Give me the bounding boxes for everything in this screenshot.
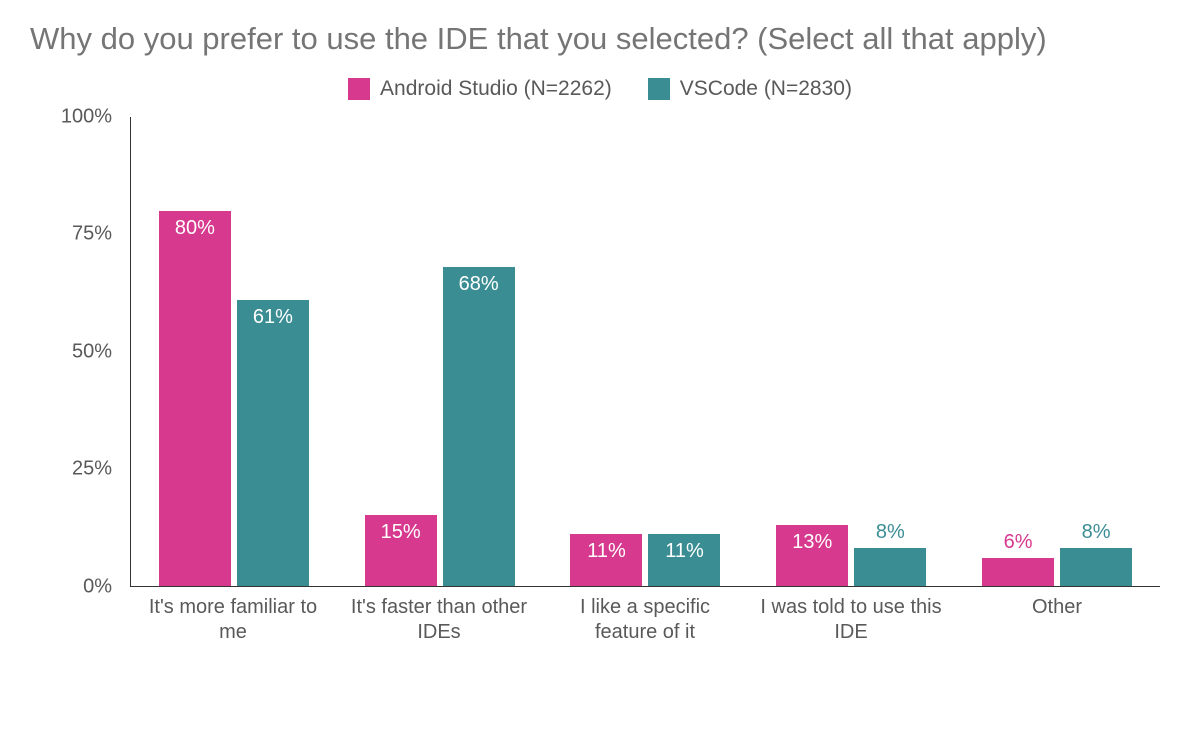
legend-label-series-1: VSCode (N=2830) bbox=[680, 77, 852, 101]
y-tick: 75% bbox=[48, 223, 112, 246]
legend-swatch-series-0 bbox=[348, 78, 370, 100]
legend-swatch-series-1 bbox=[648, 78, 670, 100]
bar-series-1: 8% bbox=[1060, 548, 1132, 586]
chart-title: Why do you prefer to use the IDE that yo… bbox=[30, 20, 1130, 59]
x-axis-label: I like a specific feature of it bbox=[542, 595, 748, 645]
bar-series-0: 80% bbox=[159, 211, 231, 586]
y-axis: 0%25%50%75%100% bbox=[48, 117, 118, 587]
bar-series-0: 13% bbox=[776, 525, 848, 586]
bar-value-label: 6% bbox=[1004, 531, 1033, 554]
x-axis-label: It's faster than other IDEs bbox=[336, 595, 542, 645]
bar-series-0: 6% bbox=[982, 558, 1054, 586]
bar-value-label: 15% bbox=[381, 521, 421, 544]
bar-group: 6%8% bbox=[954, 117, 1160, 586]
bar-groups: 80%61%15%68%11%11%13%8%6%8% bbox=[131, 117, 1160, 586]
bar-series-1: 8% bbox=[854, 548, 926, 586]
x-axis-label: It's more familiar to me bbox=[130, 595, 336, 645]
plot: 0%25%50%75%100% 80%61%15%68%11%11%13%8%6… bbox=[60, 117, 1160, 587]
bar-group: 15% 68% bbox=[337, 117, 543, 586]
x-axis: It's more familiar to meIt's faster than… bbox=[130, 587, 1160, 645]
y-tick: 25% bbox=[48, 458, 112, 481]
bar-value-label: 8% bbox=[876, 521, 905, 544]
bar-value-label: 8% bbox=[1082, 521, 1111, 544]
bar-series-0: 15% bbox=[365, 515, 437, 585]
bar-value-label: 80% bbox=[175, 217, 215, 240]
bar-group: 11% 11% bbox=[543, 117, 749, 586]
legend-item-series-1: VSCode (N=2830) bbox=[648, 77, 852, 101]
legend-item-series-0: Android Studio (N=2262) bbox=[348, 77, 612, 101]
bar-group: 80% 61% bbox=[131, 117, 337, 586]
bar-series-0: 11% bbox=[570, 534, 642, 586]
y-tick: 0% bbox=[48, 575, 112, 598]
bar-value-label: 13% bbox=[792, 531, 832, 554]
chart-container: Why do you prefer to use the IDE that yo… bbox=[0, 0, 1200, 742]
bar-series-1: 61% bbox=[237, 300, 309, 586]
y-tick: 100% bbox=[48, 105, 112, 128]
bar-value-label: 68% bbox=[459, 273, 499, 296]
x-axis-label: I was told to use this IDE bbox=[748, 595, 954, 645]
x-axis-label: Other bbox=[954, 595, 1160, 645]
bar-series-1: 11% bbox=[648, 534, 720, 586]
bar-value-label: 11% bbox=[665, 540, 704, 563]
legend: Android Studio (N=2262) VSCode (N=2830) bbox=[30, 77, 1170, 101]
y-tick: 50% bbox=[48, 340, 112, 363]
bar-group: 13% 8% bbox=[748, 117, 954, 586]
legend-label-series-0: Android Studio (N=2262) bbox=[380, 77, 612, 101]
bar-value-label: 61% bbox=[253, 306, 293, 329]
bar-value-label: 11% bbox=[587, 540, 626, 563]
bar-series-1: 68% bbox=[443, 267, 515, 586]
plot-area: 80%61%15%68%11%11%13%8%6%8% bbox=[130, 117, 1160, 587]
